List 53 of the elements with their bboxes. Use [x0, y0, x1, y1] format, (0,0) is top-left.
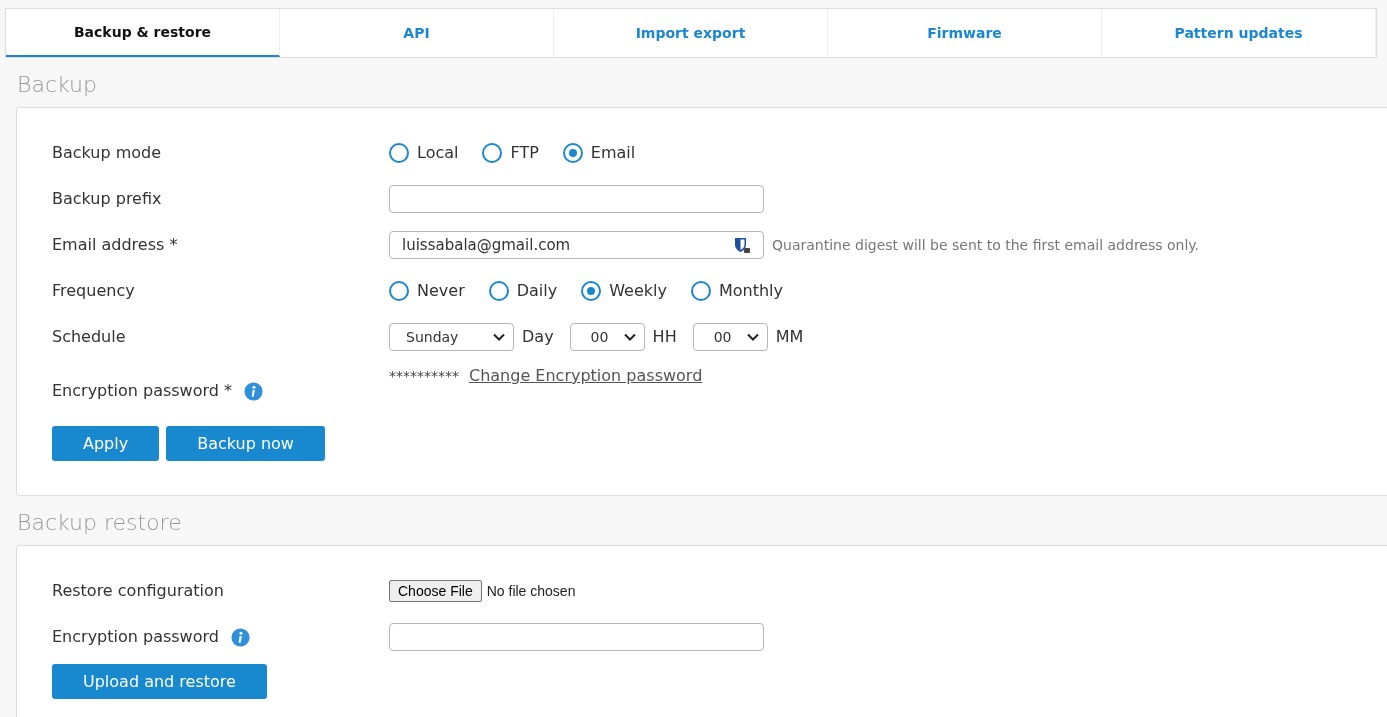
- radio-button[interactable]: [389, 281, 409, 301]
- text-field[interactable]: [389, 623, 764, 651]
- unit-label: MM: [775, 326, 804, 348]
- field-value: luissabala@gmail.com: [402, 234, 571, 256]
- info-icon[interactable]: [244, 381, 264, 401]
- field-label: Backup prefix: [52, 188, 162, 210]
- field-label: Schedule: [52, 326, 126, 348]
- field-label: Encryption password: [52, 626, 219, 648]
- unit-label: Day: [522, 326, 554, 348]
- radio-label: FTP: [510, 142, 539, 164]
- section-title: Backup: [17, 71, 98, 99]
- info-icon[interactable]: [230, 627, 250, 647]
- action-button[interactable]: Upload and restore: [52, 664, 267, 699]
- radio-button[interactable]: [581, 281, 602, 301]
- tab[interactable]: Import export: [554, 9, 828, 57]
- radio-label: Never: [417, 280, 465, 302]
- radio-button[interactable]: [389, 143, 409, 163]
- radio-button[interactable]: [482, 143, 503, 163]
- dropdown[interactable]: 00: [692, 323, 768, 351]
- shield-lock-icon: [733, 236, 751, 254]
- radio-button[interactable]: [562, 143, 583, 163]
- chevron-down-icon: [746, 333, 759, 341]
- action-button[interactable]: Backup now: [166, 426, 325, 461]
- change-password-link[interactable]: Change Encryption password: [469, 364, 703, 388]
- dropdown[interactable]: Sunday: [389, 323, 514, 351]
- field-label: Backup mode: [52, 142, 162, 164]
- masked-password: **********: [389, 366, 459, 386]
- text-field[interactable]: [389, 185, 764, 213]
- tab[interactable]: Firmware: [828, 9, 1102, 57]
- choose-file-button[interactable]: Choose File: [389, 580, 482, 602]
- field-label: Encryption password *: [52, 380, 233, 402]
- radio-label: Local: [417, 142, 459, 164]
- tab[interactable]: Backup & restore: [6, 9, 280, 57]
- tab[interactable]: API: [280, 9, 554, 57]
- tab[interactable]: Pattern updates: [1102, 9, 1376, 57]
- dropdown[interactable]: 00: [569, 323, 645, 351]
- chevron-down-icon: [623, 333, 636, 341]
- radio-label: Weekly: [609, 280, 667, 302]
- field-label: Restore configuration: [52, 580, 224, 602]
- email-field[interactable]: luissabala@gmail.com: [389, 231, 764, 259]
- radio-label: Daily: [516, 280, 558, 302]
- chevron-down-icon: [493, 333, 505, 341]
- field-label: Email address *: [52, 234, 178, 256]
- file-status: No file chosen: [486, 581, 576, 601]
- radio-button[interactable]: [488, 281, 509, 301]
- unit-label: HH: [652, 326, 677, 348]
- field-label: Frequency: [52, 280, 135, 302]
- hint-text: Quarantine digest will be sent to the first email address only.: [772, 235, 1200, 255]
- section-title: Backup restore: [17, 509, 183, 537]
- radio-button[interactable]: [690, 281, 711, 301]
- radio-label: Monthly: [718, 280, 783, 302]
- action-button[interactable]: Apply: [52, 426, 160, 461]
- radio-label: Email: [590, 142, 636, 164]
